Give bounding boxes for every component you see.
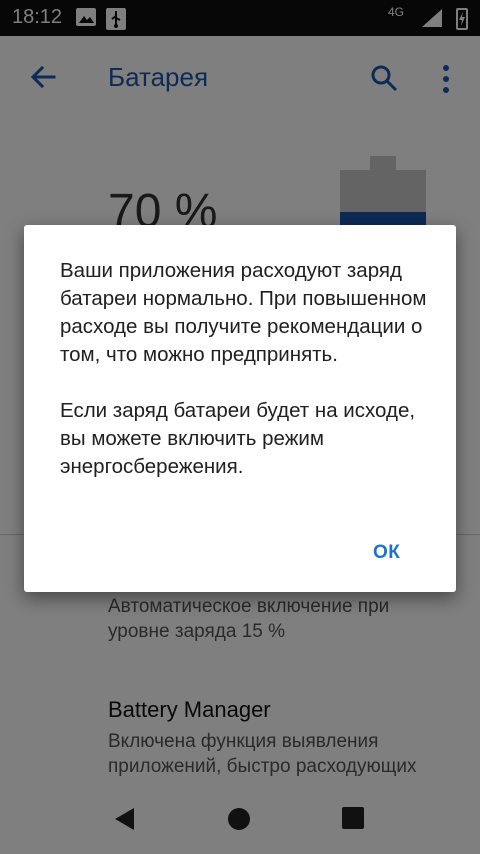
battery-info-dialog: Ваши приложения расходуют заряд батареи … xyxy=(24,225,456,592)
dialog-spacer xyxy=(60,369,430,397)
ok-button[interactable]: ОК xyxy=(367,538,406,568)
dialog-paragraph-1: Ваши приложения расходуют заряд батареи … xyxy=(60,259,427,366)
dialog-paragraph-2: Если заряд батареи будет на исходе, вы м… xyxy=(60,399,416,478)
dialog-message: Ваши приложения расходуют заряд батареи … xyxy=(60,257,430,481)
